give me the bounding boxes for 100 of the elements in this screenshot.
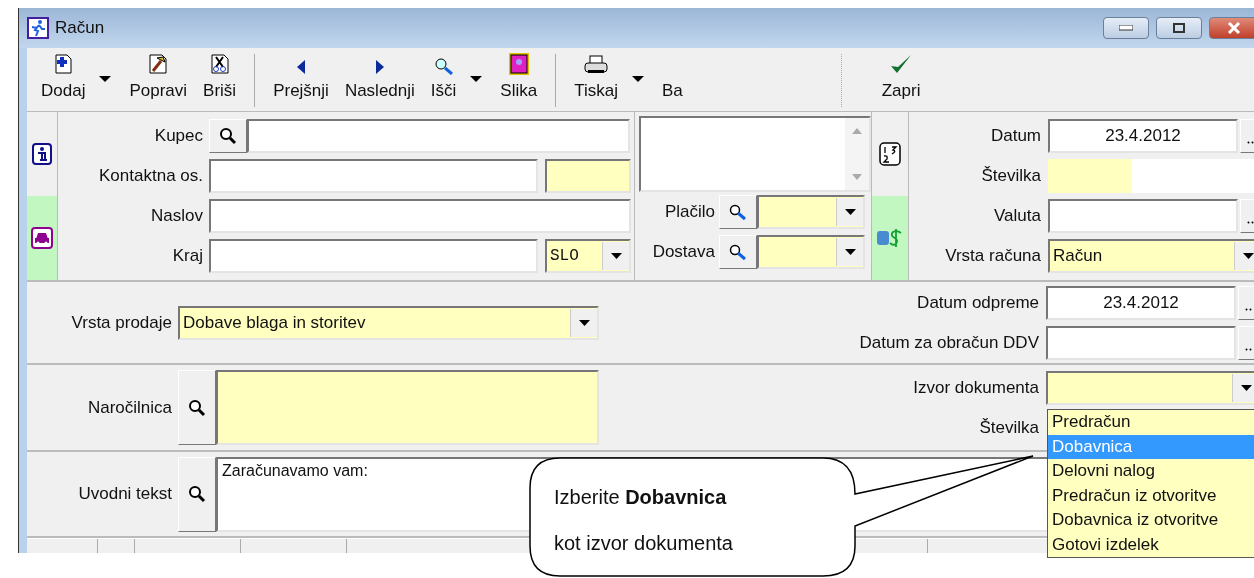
toolbar-button[interactable]: Slika xyxy=(492,54,546,107)
toolbar-button[interactable]: Prejšnji xyxy=(254,54,337,107)
toolbar-button[interactable]: Popravi xyxy=(121,54,196,107)
toolbar-button[interactable]: Dodaj xyxy=(33,54,122,107)
callout-text: kot izvor dokumenta xyxy=(554,531,733,556)
up-arrow-icon xyxy=(852,128,862,134)
ellipsis-icon xyxy=(1245,307,1253,311)
running-figure-icon xyxy=(27,17,49,39)
lookup-button[interactable] xyxy=(719,195,757,229)
numbers-icon xyxy=(879,142,901,166)
input-field[interactable] xyxy=(1048,199,1238,233)
customer-field[interactable] xyxy=(247,119,630,153)
field-label: Kraj xyxy=(171,246,204,266)
field-label: Uvodni tekst xyxy=(77,484,173,504)
money-icon xyxy=(876,227,904,249)
minimize-icon xyxy=(1119,25,1133,31)
field-label: Valuta xyxy=(993,206,1042,226)
tab-strip-cell[interactable] xyxy=(872,196,908,280)
field-label: Datum odpreme xyxy=(916,292,1040,313)
caret-icon xyxy=(844,249,856,255)
scrollbar[interactable] xyxy=(845,118,869,190)
document-source-dropdown[interactable] xyxy=(1046,370,1254,405)
dropdown-field[interactable] xyxy=(757,235,865,269)
minimize-button[interactable] xyxy=(1103,17,1149,39)
lookup-button[interactable] xyxy=(719,235,757,269)
callout-text: Izberite Dobavnica xyxy=(554,485,728,510)
toolbar-button[interactable]: Išči xyxy=(422,54,493,107)
toolbar-button[interactable]: Briši xyxy=(195,54,245,107)
field-label: Naročilnica xyxy=(86,397,173,418)
picture-frame-icon xyxy=(508,53,529,75)
field-label: Številka xyxy=(978,417,1040,438)
close-icon xyxy=(1227,22,1241,34)
lookup-button[interactable] xyxy=(178,456,216,532)
lookup-button[interactable] xyxy=(178,370,216,445)
order-field[interactable] xyxy=(216,370,599,445)
search-icon xyxy=(433,57,454,75)
ellipsis-icon xyxy=(1245,347,1253,351)
sale-type-dropdown[interactable]: Dobave blaga in storitev xyxy=(178,305,599,340)
input-field[interactable] xyxy=(545,159,631,193)
field-label: Datum za obračun DDV xyxy=(858,332,1040,353)
caret-icon xyxy=(1242,253,1254,259)
ellipsis-icon xyxy=(1247,221,1254,224)
hammer-document-icon xyxy=(147,53,170,75)
picker-button[interactable] xyxy=(1238,285,1254,320)
search-icon xyxy=(188,485,206,503)
field-label: Plačilo xyxy=(663,202,716,222)
right-triangle-icon xyxy=(373,59,386,75)
field-label: Kontaktna os. xyxy=(98,166,204,186)
field-label: Številka xyxy=(980,166,1042,186)
close-button[interactable] xyxy=(1209,17,1254,39)
field-label: Dostava xyxy=(651,242,716,262)
city-field[interactable] xyxy=(209,239,538,273)
scissors-document-icon xyxy=(209,53,230,75)
caret-icon xyxy=(470,76,483,83)
checkmark-icon xyxy=(889,53,914,75)
number-field[interactable] xyxy=(1048,159,1132,193)
left-triangle-icon xyxy=(295,59,307,75)
toolbar-button[interactable]: Naslednji xyxy=(336,54,423,107)
address-field[interactable] xyxy=(209,199,631,233)
maximize-button[interactable] xyxy=(1156,17,1202,39)
country-dropdown[interactable]: SLO xyxy=(545,239,631,273)
caret-icon xyxy=(578,319,590,326)
maximize-icon xyxy=(1173,23,1185,33)
search-icon xyxy=(188,398,206,417)
picker-button[interactable] xyxy=(1238,325,1254,360)
tab-strip-cell[interactable] xyxy=(27,196,57,280)
info-person-icon xyxy=(32,143,52,165)
lookup-button[interactable] xyxy=(209,119,247,153)
notes-field[interactable] xyxy=(639,116,871,192)
toolbar-button[interactable]: Tiskaj xyxy=(555,54,654,107)
field-label: Izvor dokumenta xyxy=(912,377,1040,398)
contact-field[interactable] xyxy=(209,159,538,193)
date-field[interactable]: 23.4.2012 xyxy=(1048,119,1238,153)
car-icon xyxy=(31,227,53,249)
field-label: Naslov xyxy=(150,206,204,226)
search-icon xyxy=(728,243,748,261)
caret-icon xyxy=(631,76,644,83)
search-icon xyxy=(219,127,237,145)
dropdown-option[interactable]: Predračun xyxy=(1048,410,1254,435)
field-label: Vrsta računa xyxy=(944,246,1042,266)
toolbar-button[interactable]: Zapri xyxy=(840,54,929,107)
caret-icon xyxy=(99,76,112,83)
caret-icon xyxy=(610,253,622,259)
dropdown-field[interactable] xyxy=(757,195,865,229)
field-label: Kupec xyxy=(153,126,204,146)
add-document-icon xyxy=(53,53,74,75)
toolbar-button[interactable]: Ba xyxy=(653,54,691,107)
field-label: Vrsta prodaje xyxy=(70,312,173,333)
ellipsis-icon xyxy=(1247,141,1254,144)
date-field[interactable]: 23.4.2012 xyxy=(1046,285,1236,320)
down-arrow-icon xyxy=(852,174,862,180)
date-field[interactable] xyxy=(1046,325,1236,360)
dropdown-option[interactable]: Gotovi izdelek xyxy=(1048,532,1254,557)
search-icon xyxy=(728,203,748,221)
caret-icon xyxy=(844,209,856,215)
printer-icon xyxy=(583,55,610,75)
field-label: Datum xyxy=(989,126,1042,146)
caret-icon xyxy=(1240,384,1252,391)
window-title: Račun xyxy=(55,18,105,38)
invoice-type-dropdown[interactable]: Račun xyxy=(1048,239,1254,273)
